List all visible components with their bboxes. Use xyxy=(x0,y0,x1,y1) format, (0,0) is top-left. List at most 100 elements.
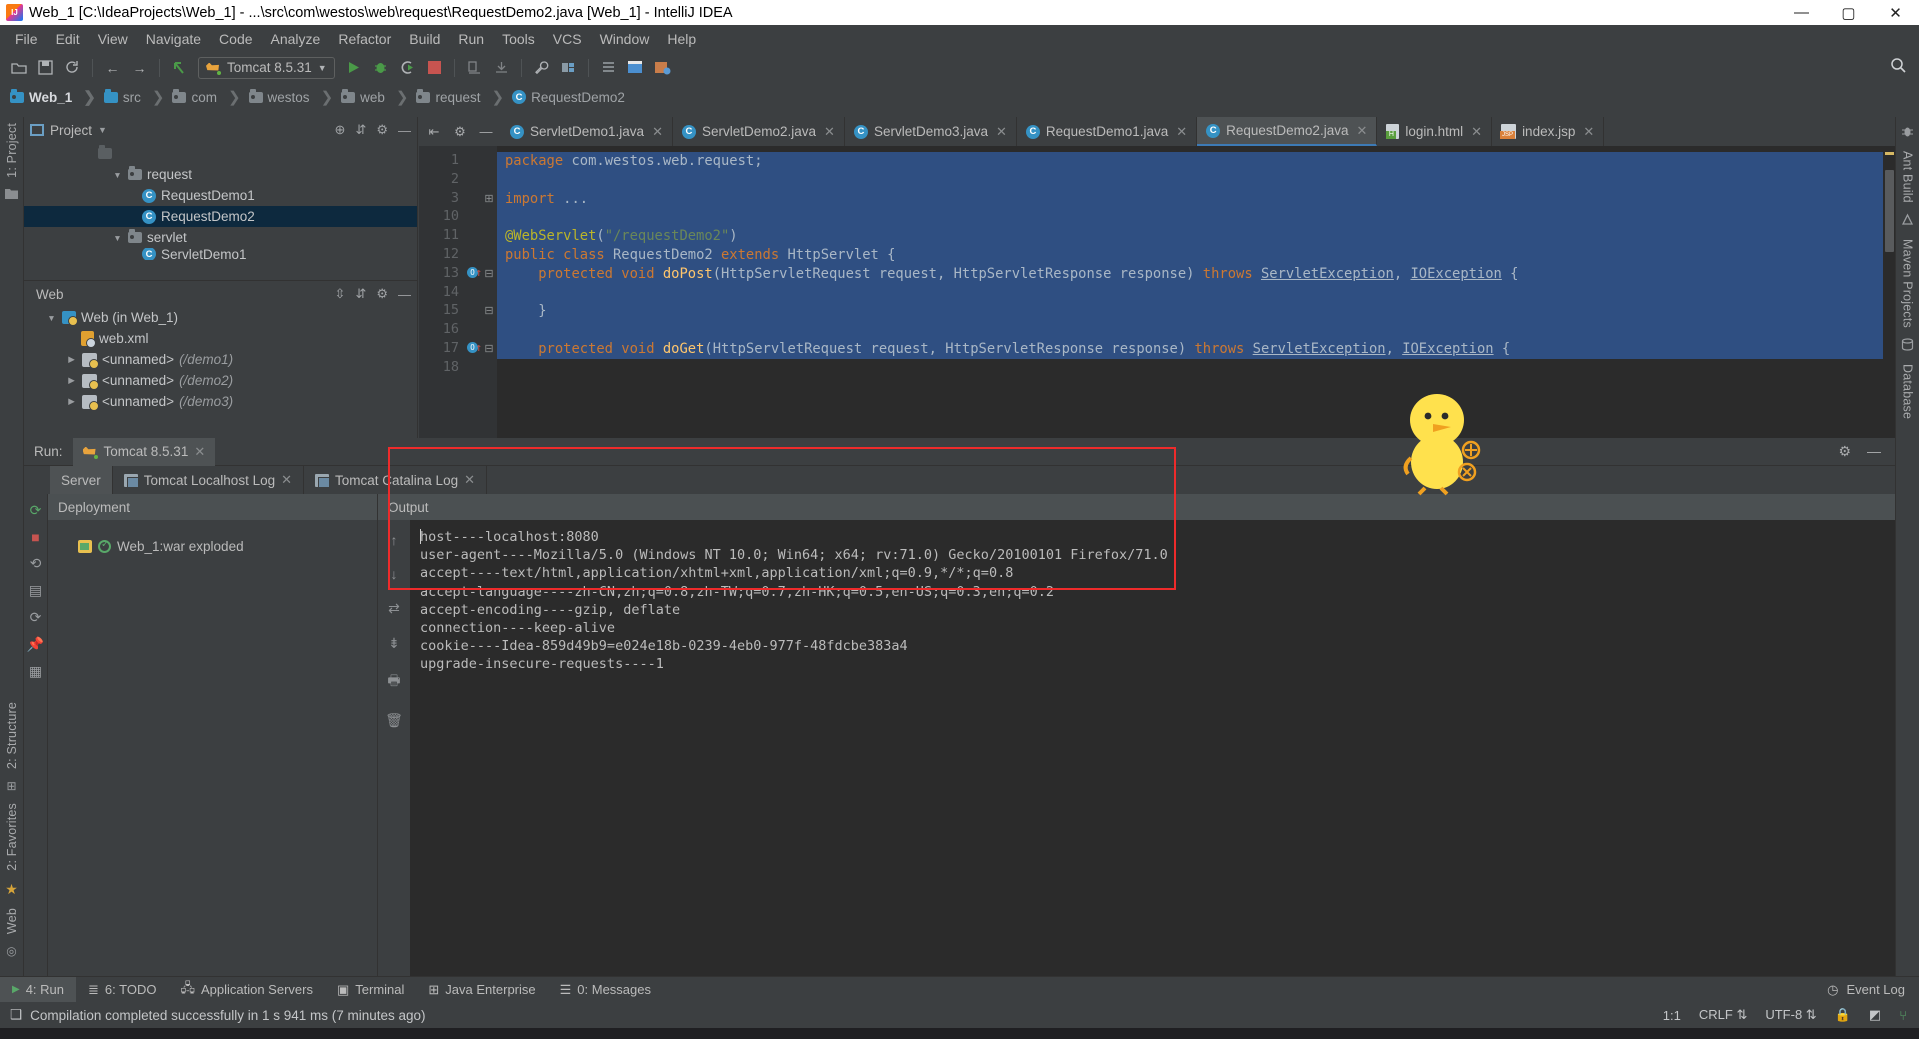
bottom-item-java-enterprise[interactable]: ⊞ Java Enterprise xyxy=(416,977,547,1003)
run-tab-tomcat[interactable]: Tomcat 8.5.31 ✕ xyxy=(72,437,216,466)
editor-tab-servletdemo1[interactable]: C ServletDemo1.java ✕ xyxy=(501,117,673,146)
tree-item-requestdemo2[interactable]: C RequestDemo2 xyxy=(24,206,417,227)
menu-file[interactable]: File xyxy=(6,28,47,50)
ant-icon[interactable] xyxy=(1901,117,1914,145)
rail-item-web[interactable]: Web xyxy=(5,902,19,940)
breadcrumb-item-project[interactable]: Web_1 ❯ xyxy=(6,86,100,108)
scroll-to-end-icon[interactable]: ⇟ xyxy=(388,635,400,652)
stop-icon[interactable]: ■ xyxy=(31,529,39,545)
rail-item-favorites[interactable]: 2: Favorites xyxy=(5,797,19,877)
hide-panel-icon[interactable]: — xyxy=(473,117,499,146)
folder-icon[interactable] xyxy=(5,184,18,206)
debug-icon[interactable] xyxy=(368,55,393,80)
tree-item-servlet-demo3[interactable]: ▶ <unnamed> (/demo3) xyxy=(24,391,417,412)
subtab-tomcat-catalina-log[interactable]: Tomcat Catalina Log ✕ xyxy=(304,466,487,494)
menu-view[interactable]: View xyxy=(89,28,137,50)
layout-icon[interactable] xyxy=(596,55,621,80)
breadcrumb-item-westos[interactable]: westos ❯ xyxy=(245,86,338,108)
rail-item-ant-build[interactable]: Ant Build xyxy=(1901,145,1915,209)
rail-item-database[interactable]: Database xyxy=(1901,358,1915,425)
inspection-icon[interactable]: ◩ xyxy=(1869,1007,1881,1023)
minimize-button[interactable]: — xyxy=(1778,0,1825,25)
settings-gear-icon[interactable]: ⚙ xyxy=(376,286,388,302)
build-icon[interactable] xyxy=(462,55,487,80)
maven-icon[interactable] xyxy=(1901,209,1914,233)
stop-icon[interactable] xyxy=(422,55,447,80)
bottom-item-messages[interactable]: ☰ 0: Messages xyxy=(548,977,663,1003)
console-output[interactable]: host----localhost:8080 user-agent----Moz… xyxy=(410,520,1895,976)
deployment-item[interactable]: Web_1:war exploded xyxy=(48,534,377,558)
menu-refactor[interactable]: Refactor xyxy=(329,28,400,50)
tree-item-servlet-demo2[interactable]: ▶ <unnamed> (/demo2) xyxy=(24,370,417,391)
scroll-up-icon[interactable]: ↑ xyxy=(391,532,398,548)
fold-collapse-icon[interactable]: ⊟ xyxy=(481,340,497,359)
structure-icon[interactable]: ⊞ xyxy=(6,775,16,797)
collapse-all-icon[interactable]: ⇵ xyxy=(355,122,366,138)
editor-tab-servletdemo3[interactable]: C ServletDemo3.java ✕ xyxy=(845,117,1017,146)
settings-gear-icon[interactable]: ⚙ xyxy=(447,117,473,146)
menu-navigate[interactable]: Navigate xyxy=(137,28,210,50)
expand-arrow-icon[interactable]: ▶ xyxy=(66,396,77,407)
breadcrumb-item-src[interactable]: src ❯ xyxy=(100,86,169,108)
grid-icon[interactable]: ▤ xyxy=(29,582,42,599)
close-icon[interactable]: ✕ xyxy=(824,124,835,140)
close-icon[interactable]: ✕ xyxy=(281,472,292,488)
close-icon[interactable]: ✕ xyxy=(194,444,205,460)
breadcrumb-item-com[interactable]: com ❯ xyxy=(168,86,244,108)
menu-window[interactable]: Window xyxy=(591,28,659,50)
run-configuration-selector[interactable]: Tomcat 8.5.31 ▼ xyxy=(198,56,335,79)
breadcrumb-item-web[interactable]: web ❯ xyxy=(337,86,412,108)
expand-arrow-icon[interactable]: ▶ xyxy=(66,375,77,386)
search-everywhere-icon[interactable] xyxy=(1890,57,1907,78)
redeploy-icon[interactable]: ⟲ xyxy=(30,555,42,572)
run-with-coverage-icon[interactable] xyxy=(395,55,420,80)
close-icon[interactable]: ✕ xyxy=(464,472,475,488)
hide-panel-icon[interactable]: — xyxy=(1867,443,1881,460)
menu-help[interactable]: Help xyxy=(658,28,705,50)
bottom-item-application-servers[interactable]: 🖧 Application Servers xyxy=(168,977,325,1003)
expand-all-icon[interactable]: ⇳ xyxy=(335,286,346,302)
tree-item-request[interactable]: ▼ request xyxy=(24,164,417,185)
rail-item-project[interactable]: 1: Project xyxy=(5,117,19,184)
hide-panel-icon[interactable]: — xyxy=(398,123,411,138)
back-arrow-icon[interactable]: ← xyxy=(100,55,125,80)
database-icon[interactable] xyxy=(1901,334,1914,358)
clear-all-icon[interactable]: 🗑 xyxy=(385,712,403,729)
branch-icon[interactable]: ⑂ xyxy=(1899,1008,1907,1023)
tree-item-servlet[interactable]: ▼ servlet xyxy=(24,227,417,248)
tree-row-partial[interactable] xyxy=(24,143,417,164)
menu-edit[interactable]: Edit xyxy=(47,28,89,50)
browser-icon[interactable] xyxy=(623,55,648,80)
rail-item-structure[interactable]: 2: Structure xyxy=(5,696,19,775)
event-log-label[interactable]: Event Log xyxy=(1846,982,1905,997)
hide-sidebar-icon[interactable]: ⇤ xyxy=(421,117,447,146)
rail-item-maven-projects[interactable]: Maven Projects xyxy=(1901,233,1915,334)
scroll-down-icon[interactable]: ↓ xyxy=(391,566,398,582)
menu-run[interactable]: Run xyxy=(449,28,493,50)
wrench-icon[interactable] xyxy=(529,55,554,80)
rerun-icon[interactable]: ⟳ xyxy=(30,502,42,519)
chevron-down-icon[interactable]: ▼ xyxy=(98,125,107,135)
lock-icon[interactable]: 🔒 xyxy=(1835,1007,1851,1023)
fold-expand-icon[interactable]: ⊞ xyxy=(481,190,497,209)
hide-panel-icon[interactable]: — xyxy=(398,287,411,302)
breadcrumb-item-request[interactable]: request ❯ xyxy=(412,86,508,108)
editor-tab-servletdemo2[interactable]: C ServletDemo2.java ✕ xyxy=(673,117,845,146)
menu-analyze[interactable]: Analyze xyxy=(262,28,330,50)
menu-tools[interactable]: Tools xyxy=(493,28,544,50)
menu-code[interactable]: Code xyxy=(210,28,261,50)
download-icon[interactable] xyxy=(489,55,514,80)
tree-item-requestdemo1[interactable]: C RequestDemo1 xyxy=(24,185,417,206)
tree-item-servletdemo1[interactable]: C ServletDemo1 xyxy=(24,248,417,260)
editor-tab-login-html[interactable]: login.html ✕ xyxy=(1377,117,1493,146)
sync-icon[interactable] xyxy=(60,55,85,80)
expand-arrow-icon[interactable]: ▼ xyxy=(112,170,123,180)
expand-arrow-icon[interactable]: ▼ xyxy=(112,233,123,243)
fold-collapse-icon[interactable]: ⊟ xyxy=(481,302,497,321)
file-encoding[interactable]: UTF-8 ⇅ xyxy=(1765,1007,1816,1023)
tree-item-webxml[interactable]: web.xml xyxy=(24,328,417,349)
subtab-server[interactable]: Server xyxy=(50,466,113,494)
close-icon[interactable]: ✕ xyxy=(652,124,663,140)
editor-tab-requestdemo2[interactable]: C RequestDemo2.java ✕ xyxy=(1197,117,1378,146)
globe-icon[interactable]: ◎ xyxy=(6,940,16,962)
